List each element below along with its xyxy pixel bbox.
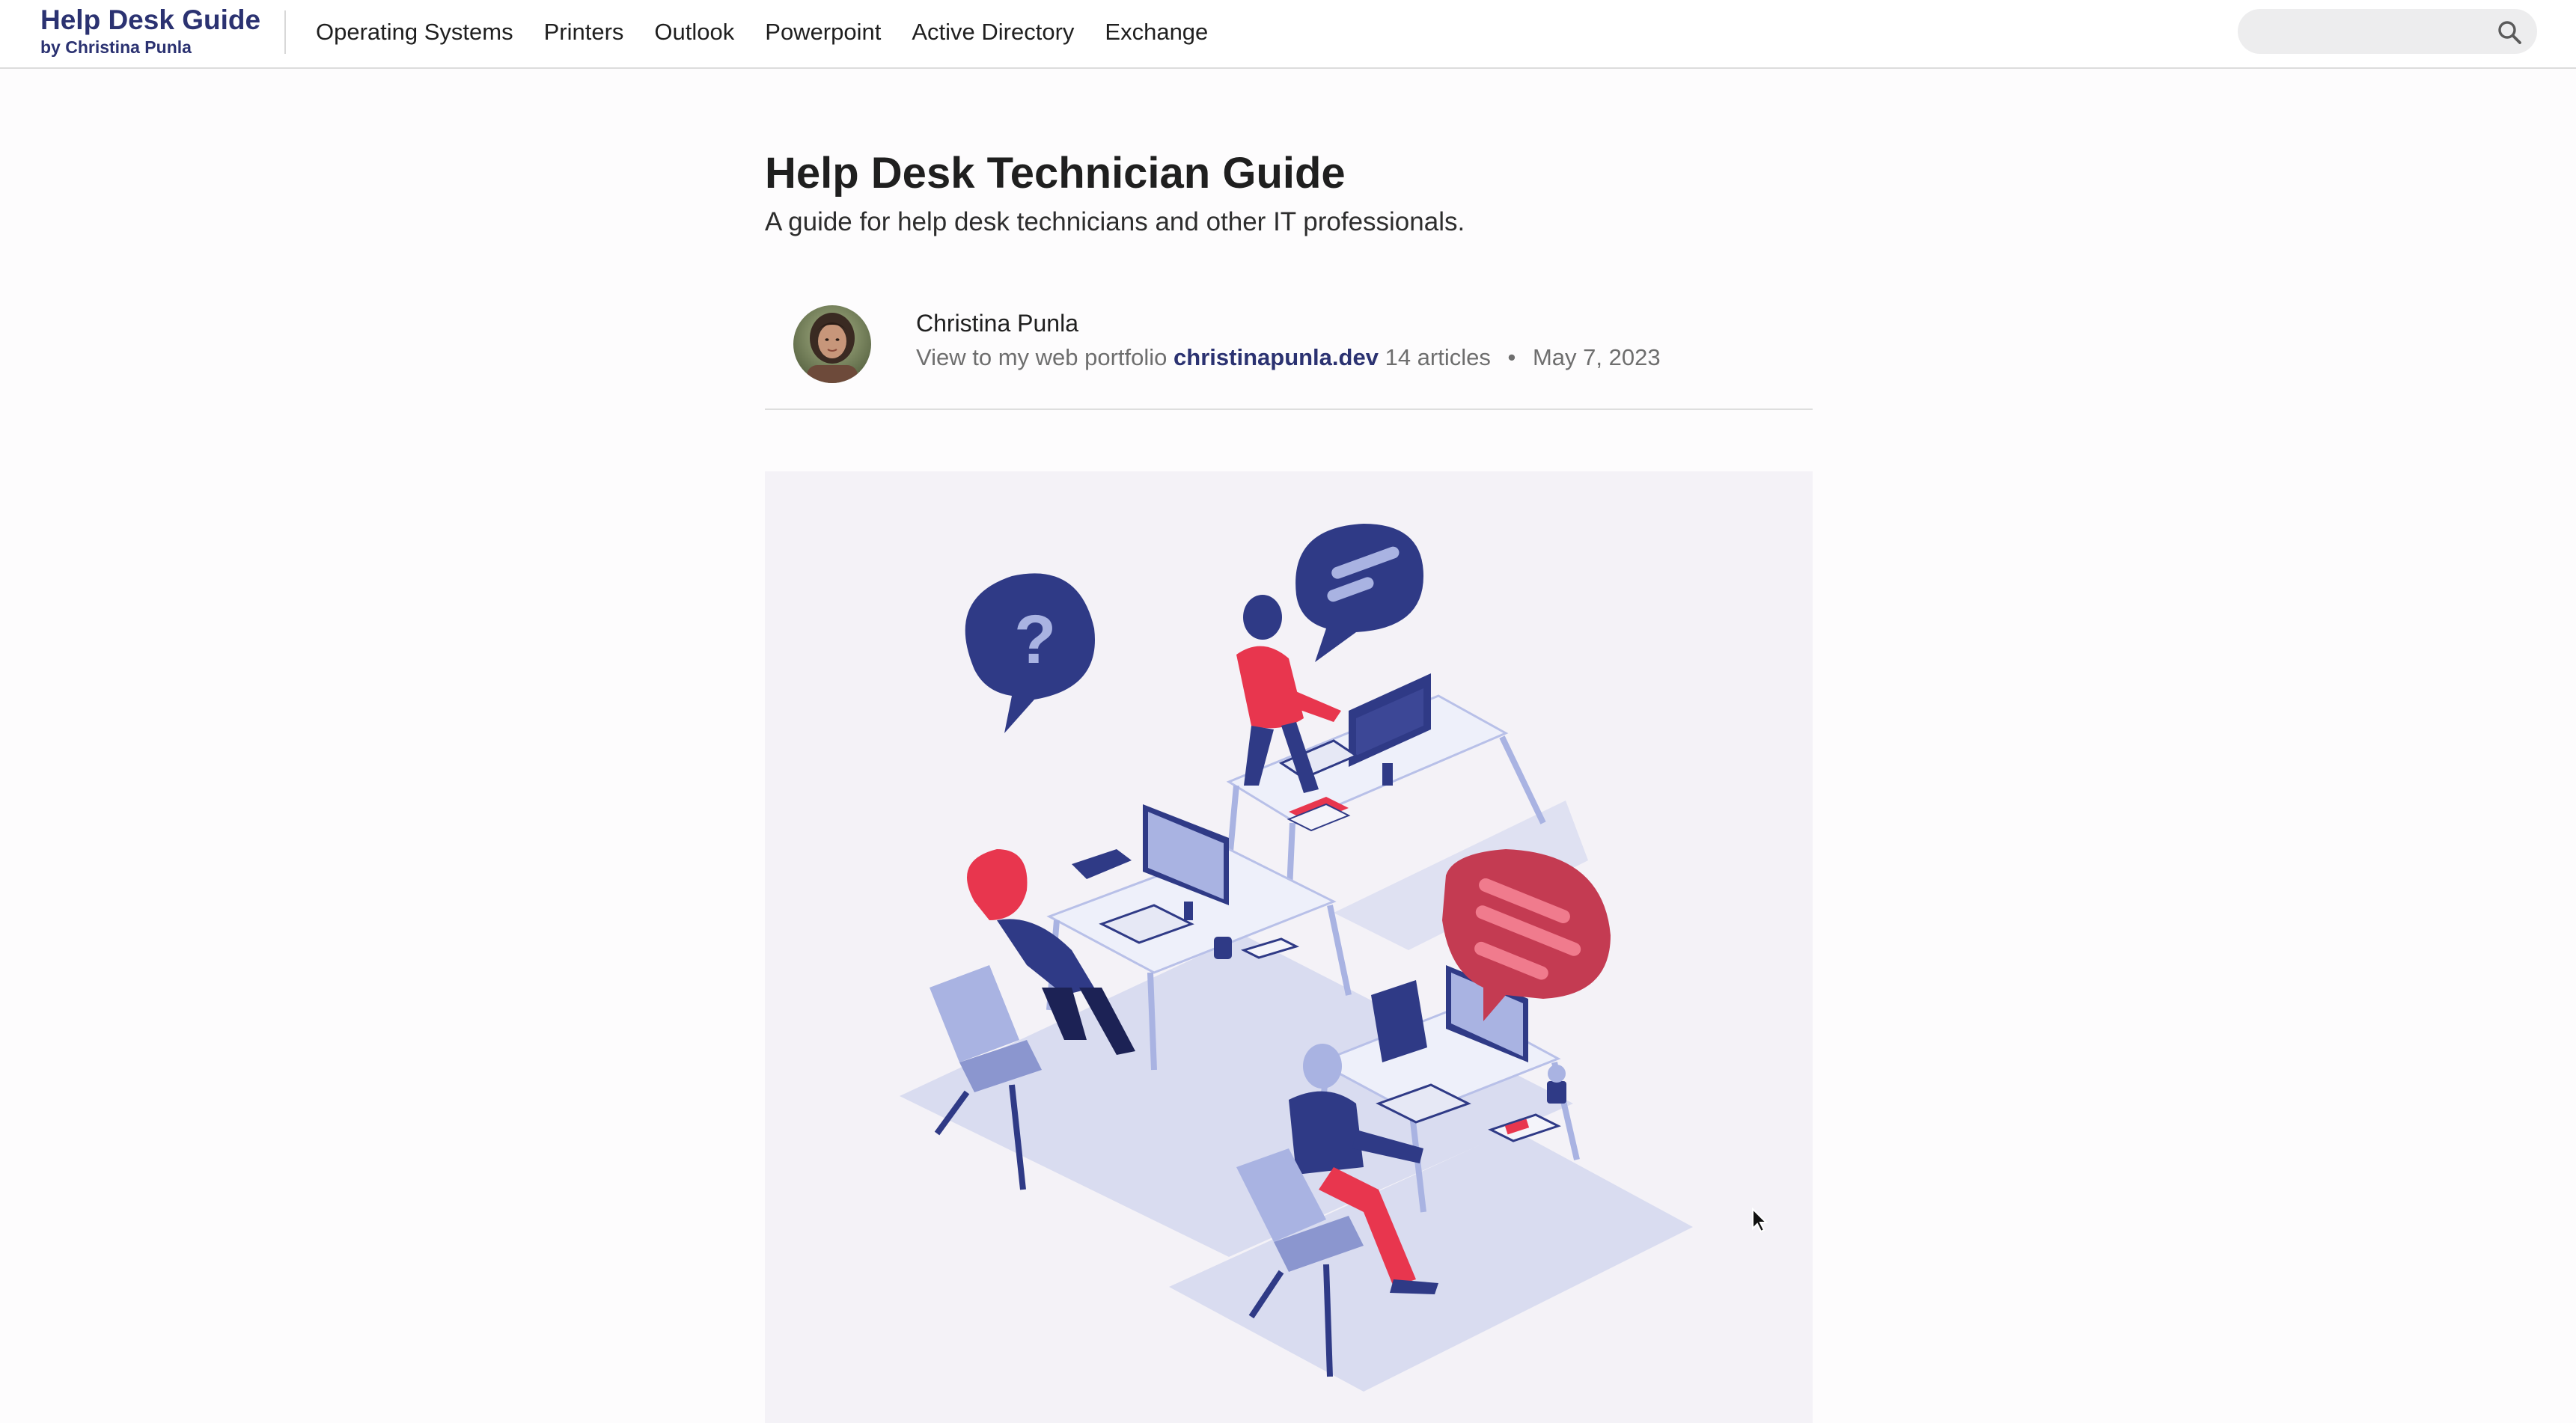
header-divider <box>765 408 1813 410</box>
search-icon[interactable] <box>2497 19 2522 45</box>
page-subtitle: A guide for help desk technicians and ot… <box>765 207 1465 236</box>
search-input[interactable] <box>2238 9 2537 54</box>
nav-item-exchange[interactable]: Exchange <box>1105 19 1208 46</box>
brand-divider <box>284 10 286 54</box>
author-avatar[interactable] <box>793 305 871 383</box>
author-bio: View to my web portfolio <box>916 344 1168 370</box>
svg-text:?: ? <box>1014 602 1056 678</box>
main-nav: Operating Systems Printers Outlook Power… <box>316 0 1239 64</box>
author-name[interactable]: Christina Punla <box>916 308 1078 338</box>
site-brand[interactable]: Help Desk Guide by Christina Punla <box>40 3 260 57</box>
author-meta: View to my web portfolio christinapunla.… <box>916 343 1661 373</box>
portfolio-link[interactable]: christinapunla.dev <box>1173 344 1379 370</box>
meta-separator: • <box>1507 344 1516 370</box>
nav-item-outlook[interactable]: Outlook <box>654 19 734 46</box>
top-navigation-bar: Help Desk Guide by Christina Punla Opera… <box>0 0 2576 69</box>
publish-date: May 7, 2023 <box>1532 344 1661 370</box>
nav-item-active-directory[interactable]: Active Directory <box>912 19 1074 46</box>
page-title: Help Desk Technician Guide <box>765 149 1346 198</box>
mouse-cursor-icon <box>1752 1208 1768 1233</box>
hero-image: ? <box>765 471 1813 1423</box>
site-title[interactable]: Help Desk Guide <box>40 3 260 37</box>
author-card: Christina Punla View to my web portfolio… <box>793 301 1811 391</box>
nav-item-printers[interactable]: Printers <box>544 19 624 46</box>
nav-item-operating-systems[interactable]: Operating Systems <box>316 19 513 46</box>
article-count[interactable]: 14 articles <box>1385 344 1491 370</box>
nav-item-powerpoint[interactable]: Powerpoint <box>765 19 881 46</box>
help-desk-office-illustration: ? <box>900 524 1693 1392</box>
site-byline: by Christina Punla <box>40 37 192 57</box>
